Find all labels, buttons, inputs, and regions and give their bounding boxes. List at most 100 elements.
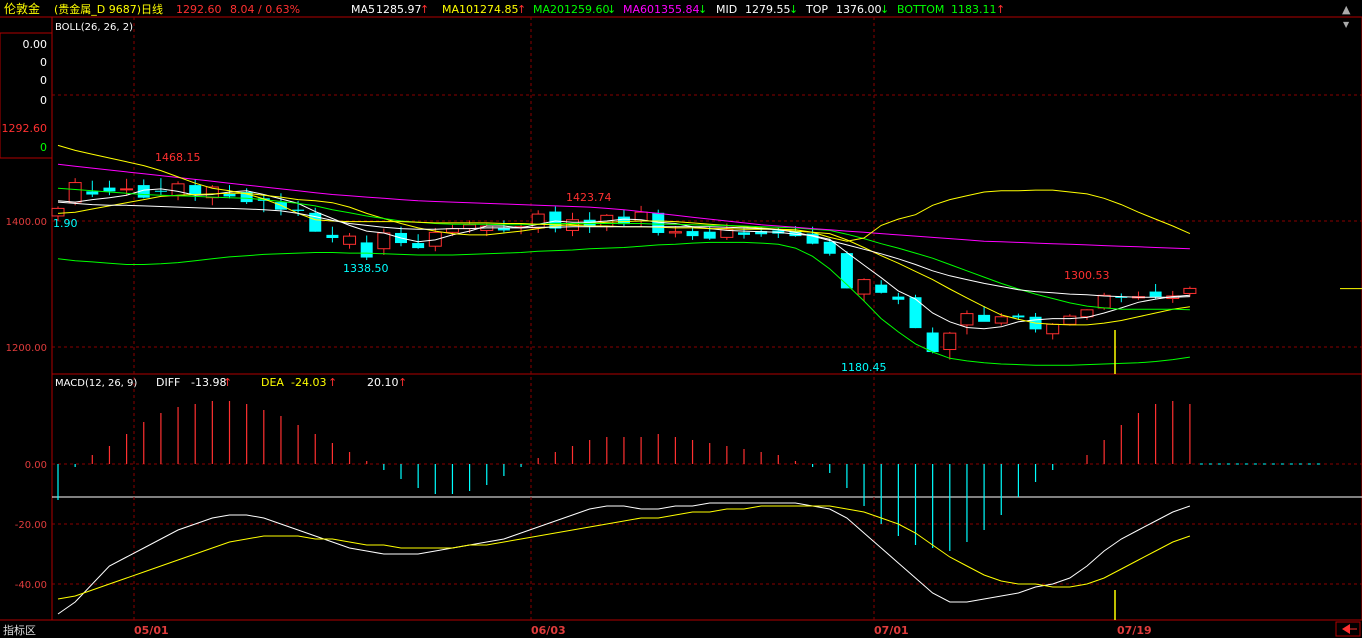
header-price: 1292.60 <box>176 3 222 16</box>
ma10-label: MA10 <box>442 3 473 16</box>
chart-area[interactable]: 伦敦金 (贵金属_D 9687)日线 1292.60 8.04 / 0.63% … <box>0 0 1362 638</box>
mid-label: MID <box>716 3 737 16</box>
candle-body <box>1063 315 1077 325</box>
candle-body <box>326 234 339 239</box>
candle-body <box>377 232 391 250</box>
candle-body <box>926 332 939 353</box>
chart-frame <box>51 16 1362 621</box>
candle-body <box>994 316 1008 324</box>
scroll-up-arrow[interactable]: ▲ <box>1342 3 1351 16</box>
app-title: 伦敦金 <box>4 1 40 16</box>
top-value: 1376.00 <box>836 3 882 16</box>
horizontal-gridlines <box>52 94 1362 585</box>
chart-extras <box>1114 288 1362 620</box>
ma5-value: 1285.97 <box>376 3 422 16</box>
vertical-gridlines <box>133 17 875 620</box>
bottom-label: BOTTOM <box>897 3 944 16</box>
candle-body <box>1012 315 1025 318</box>
diff-value: -13.98 <box>191 376 226 389</box>
panel-menu-arrow[interactable]: ▼ <box>1343 20 1350 29</box>
ma20-line <box>57 187 1190 311</box>
candle-body <box>412 243 425 249</box>
candle-body <box>1080 309 1094 318</box>
candle-body <box>703 231 716 239</box>
macd-dea-line <box>57 505 1191 600</box>
candle-body <box>171 183 185 197</box>
candle-body <box>686 231 699 237</box>
candle-body <box>738 232 750 235</box>
dea-arrow: ↑ <box>328 376 337 389</box>
candle-body <box>68 182 82 203</box>
candle-body <box>428 231 442 247</box>
macd-y-tick-label: -20.00 <box>15 520 47 531</box>
candle-body <box>857 279 871 295</box>
macd-histogram <box>57 401 1320 551</box>
dea-label: DEA <box>261 376 284 389</box>
indicator-area-label[interactable]: 指标区 <box>3 623 36 637</box>
header-change: 8.04 / 0.63% <box>230 3 300 16</box>
top-arrow: ↓ <box>880 3 889 16</box>
ma20-arrow: ↓ <box>607 3 616 16</box>
candle-body <box>1097 294 1111 309</box>
date-label: 07/01 <box>874 624 909 637</box>
candle-body <box>86 191 99 195</box>
candle-body <box>531 213 545 229</box>
price-annotation: 1.90 <box>53 217 78 230</box>
ma20-label: MA20 <box>533 3 564 16</box>
ma5-arrow: ↑ <box>420 3 429 16</box>
left-value-2: 0 <box>40 56 47 69</box>
mid-value: 1279.55 <box>745 3 791 16</box>
ma20-value: 1259.60 <box>564 3 610 16</box>
candle-body <box>892 296 905 300</box>
diff-label: DIFF <box>156 376 180 389</box>
candle-body <box>292 209 305 211</box>
ma60-line <box>57 163 1190 250</box>
candle-body <box>960 313 974 326</box>
date-label: 07/19 <box>1117 624 1152 637</box>
price-annotation: 1300.53 <box>1064 269 1110 282</box>
macd-arrow: ↑ <box>398 376 407 389</box>
left-price: 1292.60 <box>2 122 48 135</box>
instrument-label: (贵金属_D 9687)日线 <box>54 2 163 16</box>
left-last: 0 <box>40 141 47 154</box>
candle-body <box>823 241 836 254</box>
bottom-value: 1183.11 <box>951 3 997 16</box>
ma60-arrow: ↓ <box>698 3 707 16</box>
candle-body <box>943 332 957 351</box>
ma60-label: MA60 <box>623 3 654 16</box>
candle-body <box>223 193 236 197</box>
date-label: 05/01 <box>134 624 169 637</box>
macd-value: 20.10 <box>367 376 399 389</box>
left-value-3: 0 <box>40 74 47 87</box>
macd-label: MACD(12, 26, 9) <box>55 378 137 389</box>
boll-label: BOLL(26, 26, 2) <box>55 22 133 33</box>
candle-body <box>1149 291 1162 298</box>
candle-body <box>1046 323 1060 335</box>
ma60-value: 1355.84 <box>654 3 700 16</box>
candle-body <box>103 187 116 192</box>
ma10-arrow: ↑ <box>517 3 526 16</box>
price-annotation: 1338.50 <box>343 262 389 275</box>
y-tick-label: 1200.00 <box>6 343 47 354</box>
dea-value: -24.03 <box>291 376 326 389</box>
candle-body <box>840 253 853 289</box>
candlesticks <box>51 178 1197 360</box>
left-value-1: 0.00 <box>23 38 48 51</box>
ma10-value: 1274.85 <box>473 3 519 16</box>
candle-body <box>1183 287 1197 294</box>
candle-body <box>189 185 202 196</box>
bottom-arrow: ↑ <box>996 3 1005 16</box>
scroll-left-icon[interactable] <box>1335 621 1361 637</box>
price-annotation: 1180.45 <box>841 361 887 374</box>
top-label: TOP <box>805 3 828 16</box>
candle-body <box>120 188 134 191</box>
candle-body <box>909 297 922 329</box>
candle-body <box>51 207 65 217</box>
macd-y-tick-label: -40.00 <box>15 580 47 591</box>
price-annotation: 1468.15 <box>155 151 201 164</box>
candle-body <box>343 235 357 245</box>
candle-body <box>668 231 682 234</box>
candle-body <box>154 190 167 192</box>
y-tick-label: 1400.00 <box>6 217 47 228</box>
mid-arrow: ↓ <box>789 3 798 16</box>
